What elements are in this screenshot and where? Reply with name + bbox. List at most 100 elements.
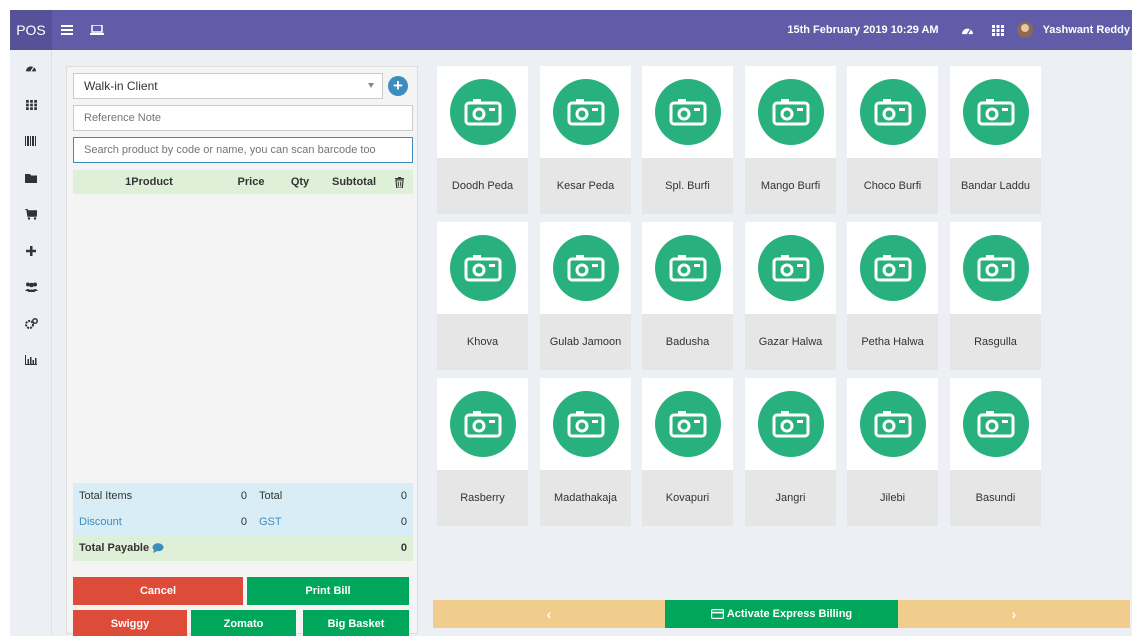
- client-select-value: Walk-in Client: [84, 79, 158, 93]
- product-tile[interactable]: Rasberry: [437, 378, 528, 526]
- pos-app: POS 15th February 2019 10:29 AM Yashwant…: [10, 10, 1132, 636]
- column-price: Price: [237, 176, 265, 188]
- sidebar-item-settings[interactable]: [10, 306, 52, 343]
- menu-toggle-icon[interactable]: [52, 10, 82, 50]
- product-name: Doodh Peda: [437, 158, 528, 214]
- total-payable-label: Total Payable: [79, 542, 150, 554]
- sidebar-item-products[interactable]: [10, 123, 52, 160]
- swiggy-button[interactable]: Swiggy: [73, 610, 187, 636]
- product-tile[interactable]: Gazar Halwa: [745, 222, 836, 370]
- product-image: [437, 378, 528, 470]
- express-billing-button[interactable]: Activate Express Billing: [665, 600, 898, 628]
- product-tile[interactable]: Bandar Laddu: [950, 66, 1041, 214]
- comment-icon[interactable]: [152, 543, 164, 553]
- camera-icon: [962, 391, 1029, 457]
- user-menu[interactable]: Yashwant Reddy: [1013, 22, 1132, 38]
- product-image: [642, 222, 733, 314]
- dashboard-icon[interactable]: [953, 10, 983, 50]
- laptop-icon[interactable]: [82, 10, 112, 50]
- product-name: Rasberry: [437, 470, 528, 526]
- trash-icon[interactable]: [385, 176, 413, 188]
- product-image: [642, 378, 733, 470]
- camera-icon: [552, 391, 619, 457]
- client-select[interactable]: Walk-in Client: [73, 73, 383, 99]
- order-panel: Walk-in Client + 1Product Price Qty Subt…: [66, 66, 418, 636]
- product-name: Khova: [437, 314, 528, 370]
- product-name: Spl. Burfi: [642, 158, 733, 214]
- product-tile[interactable]: Basundi: [950, 378, 1041, 526]
- users-icon: [24, 282, 38, 293]
- product-image: [745, 378, 836, 470]
- barcode-icon: [25, 136, 36, 147]
- product-tile[interactable]: Petha Halwa: [847, 222, 938, 370]
- camera-icon: [962, 235, 1029, 301]
- gst-link[interactable]: GST: [253, 516, 373, 528]
- product-name: Gulab Jamoon: [540, 314, 631, 370]
- order-items-header: 1Product Price Qty Subtotal: [73, 170, 413, 194]
- big-basket-button[interactable]: Big Basket: [303, 610, 409, 636]
- product-tile[interactable]: Doodh Peda: [437, 66, 528, 214]
- total-value: 0: [400, 490, 407, 502]
- product-name: Madathakaja: [540, 470, 631, 526]
- product-search-input[interactable]: [73, 137, 413, 163]
- product-name: Kesar Peda: [540, 158, 631, 214]
- sidebar-item-add[interactable]: [10, 233, 52, 270]
- discount-value: 0: [240, 516, 247, 528]
- sidebar-item-categories[interactable]: [10, 160, 52, 197]
- product-tile[interactable]: Madathakaja: [540, 378, 631, 526]
- product-tile[interactable]: Rasgulla: [950, 222, 1041, 370]
- product-tile[interactable]: Jilebi: [847, 378, 938, 526]
- dashboard-icon: [26, 66, 36, 72]
- sidebar-item-sales[interactable]: [10, 196, 52, 233]
- sidebar-item-reports[interactable]: [10, 342, 52, 379]
- product-image: [540, 378, 631, 470]
- totals-row-payable: Total Payable 0: [73, 535, 413, 561]
- product-tile[interactable]: Badusha: [642, 222, 733, 370]
- camera-icon: [757, 391, 824, 457]
- plus-circle-icon: +: [388, 76, 408, 96]
- grid-icon[interactable]: [983, 10, 1013, 50]
- product-tile[interactable]: Spl. Burfi: [642, 66, 733, 214]
- camera-icon: [552, 79, 619, 145]
- product-name: Choco Burfi: [847, 158, 938, 214]
- total-items-value: 0: [240, 490, 247, 502]
- user-name: Yashwant Reddy: [1042, 24, 1130, 36]
- product-name: Basundi: [950, 470, 1041, 526]
- product-name: Kovapuri: [642, 470, 733, 526]
- cancel-button[interactable]: Cancel: [73, 577, 243, 605]
- product-image: [847, 378, 938, 470]
- product-tile[interactable]: Khova: [437, 222, 528, 370]
- camera-icon: [654, 235, 721, 301]
- camera-icon: [449, 79, 516, 145]
- app-logo[interactable]: POS: [10, 10, 52, 50]
- discount-link[interactable]: Discount: [73, 516, 213, 528]
- product-image: [847, 66, 938, 158]
- print-bill-button[interactable]: Print Bill: [247, 577, 409, 605]
- product-image: [950, 66, 1041, 158]
- folder-icon: [25, 173, 37, 183]
- camera-icon: [757, 79, 824, 145]
- sidebar-item-dashboard[interactable]: [10, 50, 52, 87]
- prev-page-button[interactable]: ‹: [433, 600, 665, 628]
- product-tile[interactable]: Choco Burfi: [847, 66, 938, 214]
- product-image: [745, 222, 836, 314]
- product-tile[interactable]: Jangri: [745, 378, 836, 526]
- bottom-nav-bar: ‹ Activate Express Billing ›: [433, 600, 1130, 628]
- credit-card-icon: [710, 609, 724, 619]
- next-page-button[interactable]: ›: [898, 600, 1130, 628]
- plus-icon: [26, 245, 36, 256]
- product-name: Bandar Laddu: [950, 158, 1041, 214]
- add-client-button[interactable]: +: [383, 73, 413, 99]
- product-tile[interactable]: Kovapuri: [642, 378, 733, 526]
- product-tile[interactable]: Kesar Peda: [540, 66, 631, 214]
- product-name: Badusha: [642, 314, 733, 370]
- zomato-button[interactable]: Zomato: [191, 610, 296, 636]
- reference-note-input[interactable]: [73, 105, 413, 131]
- sidebar-item-users[interactable]: [10, 269, 52, 306]
- camera-icon: [757, 235, 824, 301]
- product-tile[interactable]: Mango Burfi: [745, 66, 836, 214]
- sidebar-item-pos[interactable]: [10, 87, 52, 124]
- product-tile[interactable]: Gulab Jamoon: [540, 222, 631, 370]
- total-label: Total: [259, 490, 283, 502]
- product-image: [540, 66, 631, 158]
